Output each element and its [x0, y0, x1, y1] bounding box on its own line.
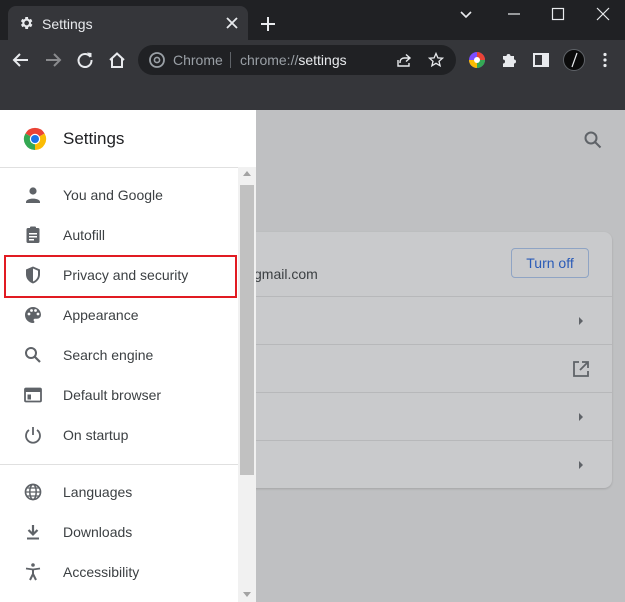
tab-strip: Settings — [0, 0, 625, 40]
maximize-icon[interactable] — [550, 6, 566, 22]
drawer-scrollbar[interactable] — [238, 167, 256, 602]
nav-item-privacy-and-security[interactable]: Privacy and security — [0, 255, 238, 295]
settings-nav-drawer: Settings You and Google Autofill Privacy… — [0, 110, 256, 602]
drawer-header: Settings — [0, 110, 256, 168]
drawer-title: Settings — [63, 129, 125, 148]
card-row-1[interactable] — [230, 296, 612, 345]
nav-item-appearance[interactable]: Appearance — [0, 295, 238, 335]
nav-item-downloads[interactable]: Downloads — [0, 512, 238, 552]
turn-off-button[interactable]: Turn off — [511, 248, 589, 278]
more-menu-icon[interactable] — [596, 51, 614, 69]
nav-item-default-browser[interactable]: Default browser — [0, 375, 238, 415]
tab-settings[interactable]: Settings — [8, 6, 248, 40]
nav-label: On startup — [63, 427, 129, 443]
account-card: gmail.com Turn off — [230, 232, 612, 488]
url-text[interactable]: chrome://settings — [240, 52, 347, 68]
bookmark-star-icon[interactable] — [428, 52, 444, 68]
home-icon[interactable] — [108, 51, 126, 69]
accessibility-icon — [25, 563, 41, 581]
forward-icon[interactable] — [44, 51, 62, 69]
scrollbar-thumb[interactable] — [240, 185, 254, 475]
nav-item-you-and-google[interactable]: You and Google — [0, 175, 238, 215]
drawer-divider — [0, 464, 238, 465]
card-row-2[interactable] — [230, 344, 612, 393]
open-in-new-icon — [573, 361, 589, 377]
nav-label: Appearance — [63, 307, 139, 323]
download-icon — [27, 525, 39, 540]
browser-window-icon — [24, 387, 42, 403]
browser-toolbar: Chrome chrome://settings — [0, 40, 625, 80]
minimize-icon[interactable] — [506, 6, 522, 22]
share-icon[interactable] — [396, 52, 412, 68]
nav-item-languages[interactable]: Languages — [0, 472, 238, 512]
nav-label: Default browser — [63, 387, 162, 403]
palette-icon — [25, 307, 41, 323]
nav-label: Autofill — [63, 227, 106, 243]
chevron-right-icon — [579, 317, 583, 325]
nav-item-autofill[interactable]: Autofill — [0, 215, 238, 255]
url-scheme: chrome:// — [240, 52, 299, 68]
globe-icon — [24, 483, 42, 501]
address-divider — [230, 52, 231, 68]
new-tab-icon[interactable] — [260, 16, 276, 32]
side-panel-icon[interactable] — [532, 51, 550, 69]
nav-item-search-engine[interactable]: Search engine — [0, 335, 238, 375]
nav-label: Accessibility — [63, 564, 140, 580]
chevron-right-icon — [579, 461, 583, 469]
close-icon[interactable] — [226, 17, 238, 29]
tab-search-icon[interactable] — [458, 6, 474, 22]
address-bar[interactable]: Chrome chrome://settings — [138, 45, 456, 75]
scroll-up-arrow-icon[interactable] — [243, 171, 251, 176]
nav-item-accessibility[interactable]: Accessibility — [0, 552, 238, 592]
card-row-3[interactable] — [230, 392, 612, 441]
chevron-right-icon — [579, 413, 583, 421]
nav-label: Privacy and security — [63, 267, 189, 283]
account-email: gmail.com — [254, 266, 318, 282]
gear-icon — [20, 17, 33, 29]
site-label: Chrome — [173, 52, 223, 68]
back-icon[interactable] — [12, 51, 30, 69]
toolbar-bottom-area — [0, 80, 625, 110]
search-icon — [25, 347, 41, 363]
profile-avatar[interactable] — [563, 49, 585, 71]
nav-label: Downloads — [63, 524, 133, 540]
person-icon — [26, 187, 40, 203]
card-row-4[interactable] — [230, 440, 612, 489]
clipboard-icon — [26, 226, 40, 243]
nav-item-on-startup[interactable]: On startup — [0, 415, 238, 455]
chrome-icon — [149, 52, 165, 68]
nav-label: Search engine — [63, 347, 154, 363]
chrome-logo-icon — [23, 127, 47, 151]
nav-label: You and Google — [63, 187, 163, 203]
scroll-down-arrow-icon[interactable] — [243, 592, 251, 597]
power-icon — [25, 427, 41, 444]
tab-title: Settings — [42, 16, 93, 32]
window-close-icon[interactable] — [595, 6, 611, 22]
shield-icon — [26, 266, 40, 284]
nav-label: Languages — [63, 484, 133, 500]
url-host: settings — [298, 52, 347, 68]
reload-icon[interactable] — [76, 51, 94, 69]
extensions-puzzle-icon[interactable] — [500, 51, 518, 69]
search-icon[interactable] — [583, 130, 603, 150]
color-extension-icon[interactable] — [468, 51, 486, 69]
